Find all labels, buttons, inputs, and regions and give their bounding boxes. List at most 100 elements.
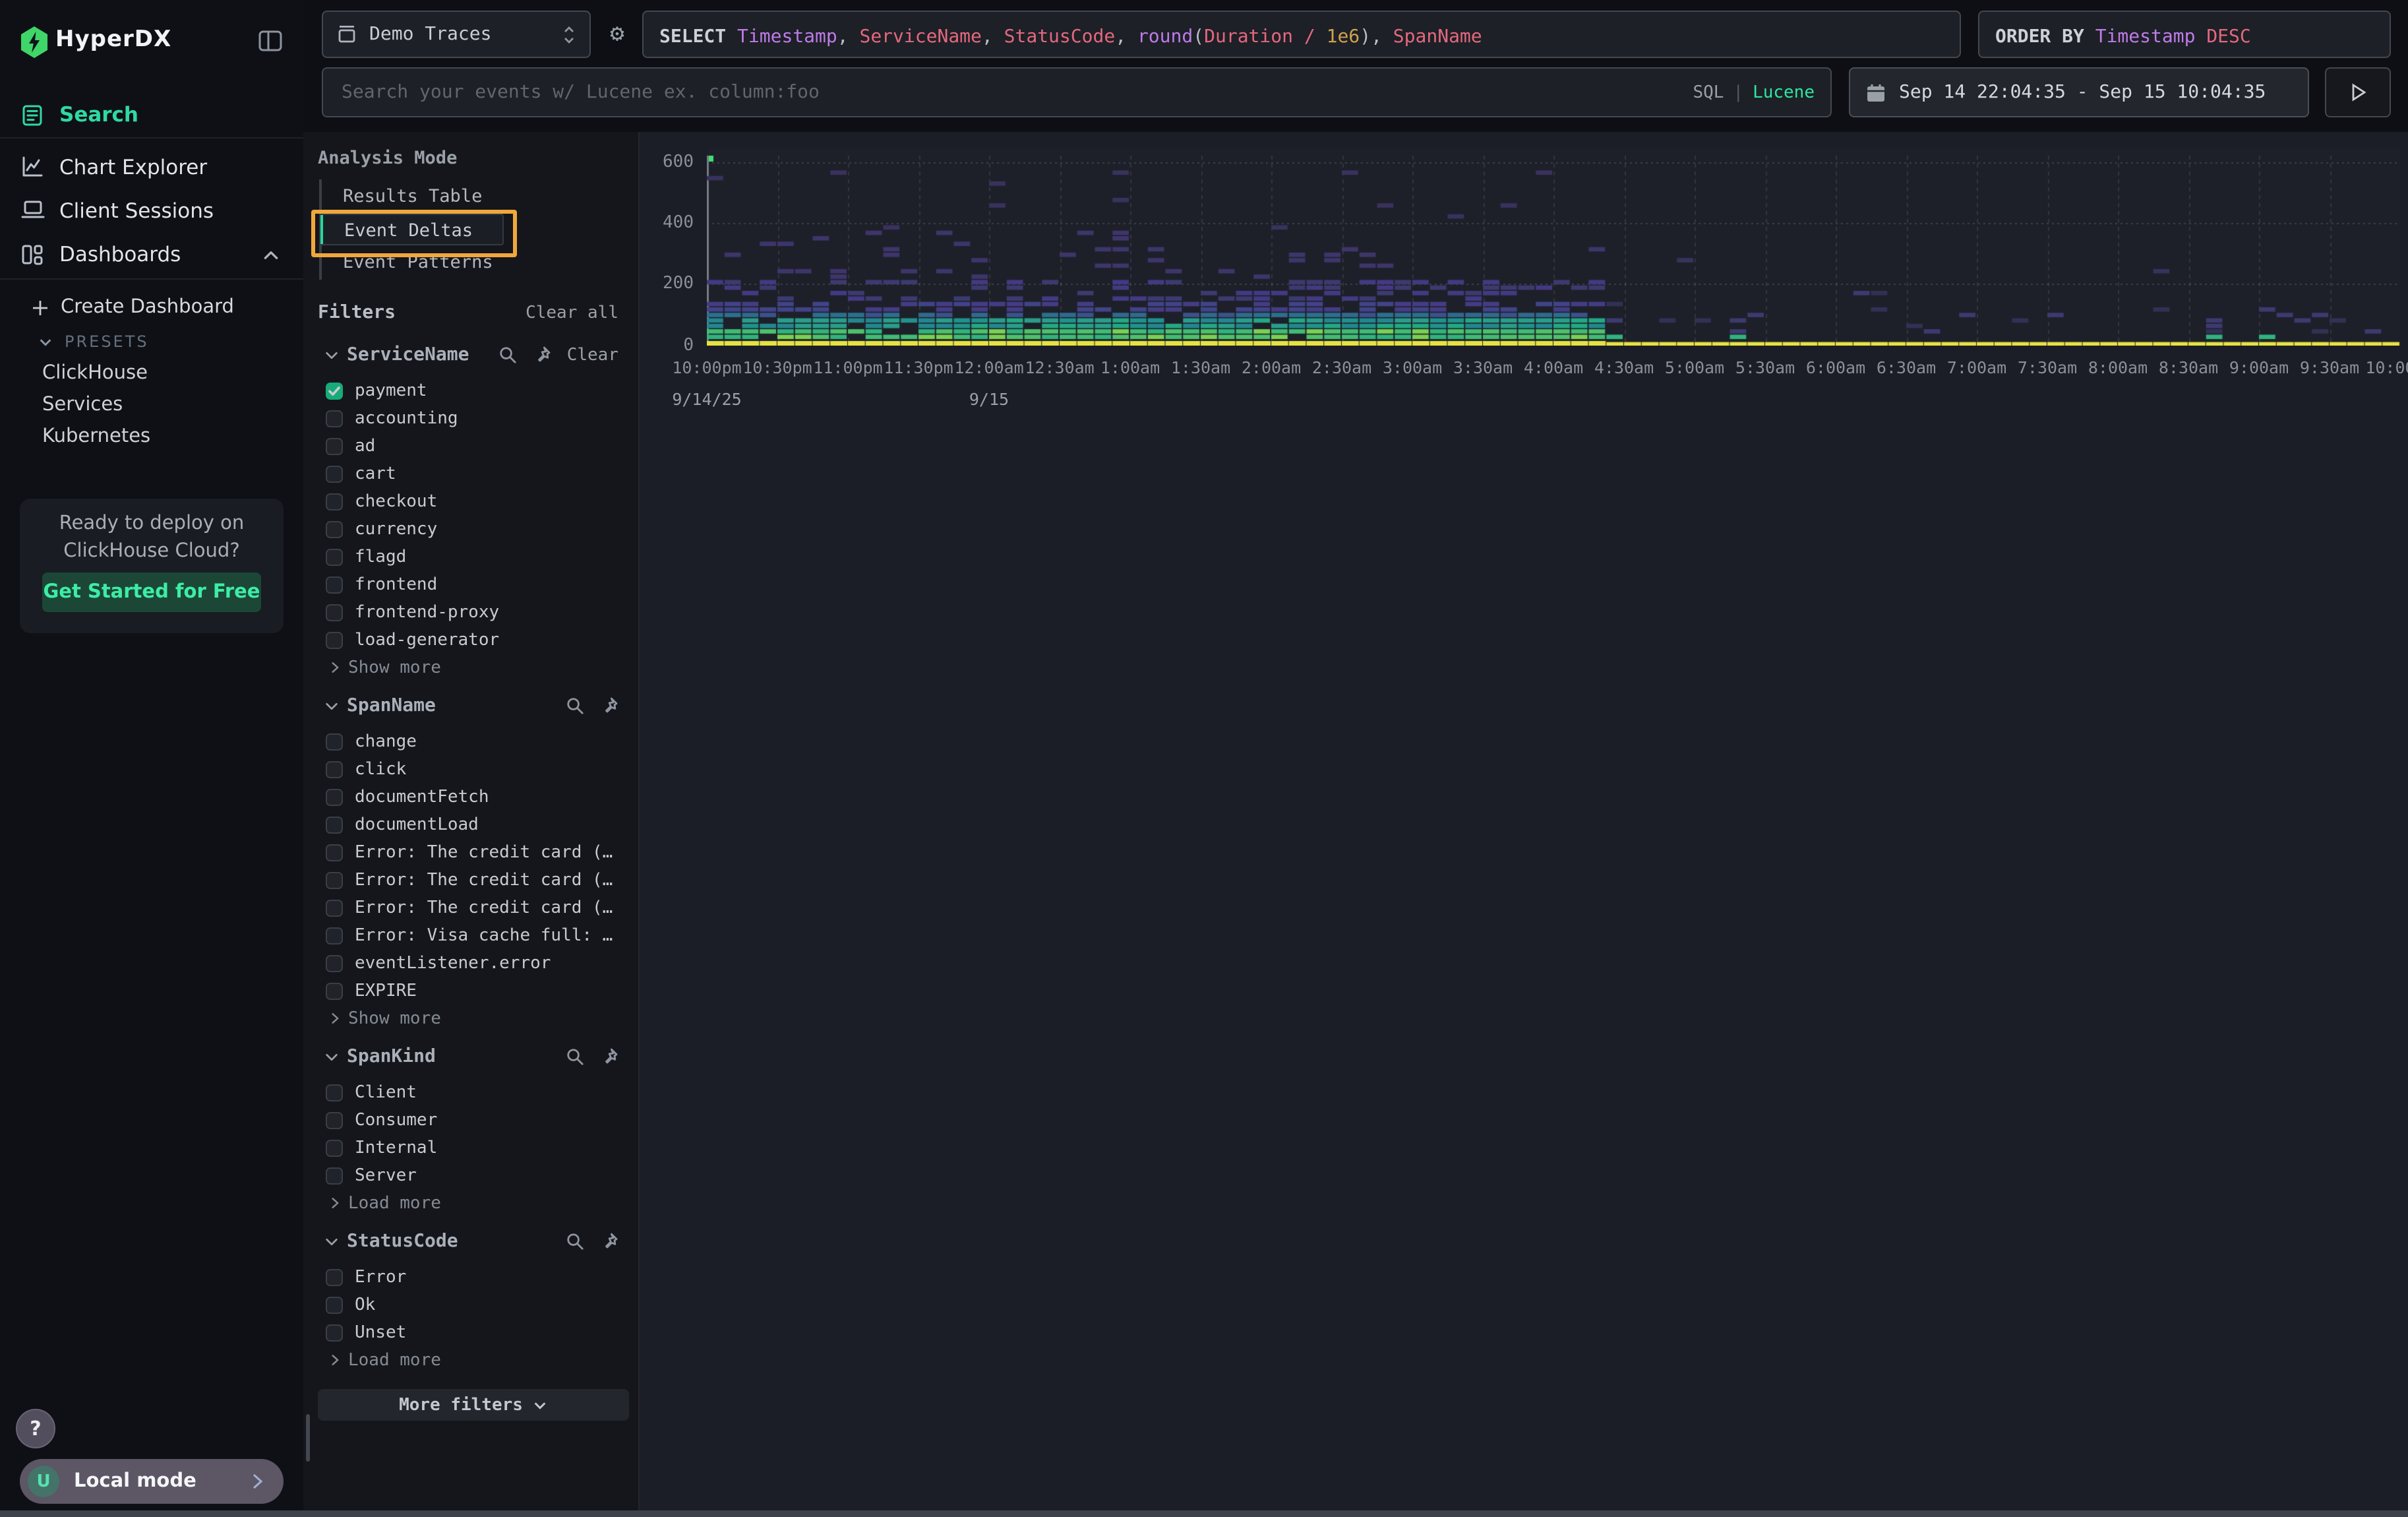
create-dashboard-button[interactable]: Create Dashboard <box>0 293 335 322</box>
search-icon[interactable] <box>566 1232 584 1251</box>
filter-option-documentfetch[interactable]: documentFetch <box>303 784 638 811</box>
gear-icon[interactable]: ⚙ <box>604 21 630 47</box>
filter-option-documentload[interactable]: documentLoad <box>303 811 638 839</box>
chevron-down-icon[interactable] <box>324 698 339 713</box>
mode-sql-toggle[interactable]: SQL <box>1693 82 1724 102</box>
filter-option-change[interactable]: change <box>303 728 638 756</box>
filter-option-unset[interactable]: Unset <box>303 1319 638 1347</box>
filter-option-internal[interactable]: Internal <box>303 1134 638 1162</box>
pin-icon[interactable] <box>600 697 618 715</box>
filter-option-click[interactable]: click <box>303 756 638 784</box>
presets-toggle[interactable]: PRESETS <box>0 327 342 356</box>
checkbox-unchecked[interactable] <box>326 872 343 889</box>
clear-all-button[interactable]: Clear all <box>526 303 618 323</box>
search-icon[interactable] <box>566 697 584 715</box>
checkbox-unchecked[interactable] <box>326 1084 343 1101</box>
facet-name[interactable]: SpanName <box>347 695 436 716</box>
preset-item-kubernetes[interactable]: Kubernetes <box>0 422 346 451</box>
checkbox-unchecked[interactable] <box>326 1140 343 1157</box>
help-button[interactable]: ? <box>16 1409 55 1448</box>
horizontal-scrollbar[interactable] <box>0 1510 2408 1517</box>
panel-scrollbar[interactable] <box>306 1414 310 1462</box>
chevron-down-icon[interactable] <box>324 1234 339 1249</box>
filter-option-error-the-credit-card-[interactable]: Error: The credit card (… <box>303 867 638 894</box>
filter-option-eventlistener-error[interactable]: eventListener.error <box>303 950 638 977</box>
duration-heatmap-chart[interactable] <box>707 148 2400 346</box>
filter-option-frontend-proxy[interactable]: frontend-proxy <box>303 599 638 627</box>
sidebar-item-search[interactable]: Search <box>0 94 303 136</box>
checkbox-unchecked[interactable] <box>326 817 343 834</box>
checkbox-unchecked[interactable] <box>326 789 343 806</box>
filter-option-ad[interactable]: ad <box>303 433 638 460</box>
filter-option-consumer[interactable]: Consumer <box>303 1107 638 1134</box>
show-more-button[interactable]: Show more <box>303 654 638 681</box>
facet-name[interactable]: SpanKind <box>347 1046 436 1067</box>
checkbox-unchecked[interactable] <box>326 927 343 944</box>
chevron-down-icon[interactable] <box>324 348 339 362</box>
search-input[interactable] <box>339 80 1693 104</box>
filter-option-error[interactable]: Error <box>303 1264 638 1291</box>
filter-option-payment[interactable]: payment <box>303 377 638 405</box>
chevron-down-icon[interactable] <box>324 1049 339 1064</box>
order-by-editor[interactable]: ORDER BY Timestamp DESC <box>1978 11 2391 58</box>
pin-icon[interactable] <box>533 346 551 364</box>
checkbox-checked[interactable] <box>326 383 343 400</box>
checkbox-unchecked[interactable] <box>326 549 343 566</box>
search-icon[interactable] <box>566 1047 584 1066</box>
filter-option-error-visa-cache-full-[interactable]: Error: Visa cache full: … <box>303 922 638 950</box>
filter-option-error-the-credit-card-[interactable]: Error: The credit card (… <box>303 839 638 867</box>
filter-option-frontend[interactable]: frontend <box>303 571 638 599</box>
checkbox-unchecked[interactable] <box>326 1324 343 1342</box>
checkbox-unchecked[interactable] <box>326 1297 343 1314</box>
pin-icon[interactable] <box>600 1232 618 1251</box>
facet-clear-button[interactable]: Clear <box>567 345 618 365</box>
checkbox-unchecked[interactable] <box>326 632 343 649</box>
filter-option-checkout[interactable]: checkout <box>303 488 638 516</box>
facet-name[interactable]: ServiceName <box>347 344 469 365</box>
checkbox-unchecked[interactable] <box>326 410 343 427</box>
checkbox-unchecked[interactable] <box>326 1269 343 1286</box>
checkbox-unchecked[interactable] <box>326 521 343 538</box>
filter-option-flagd[interactable]: flagd <box>303 543 638 571</box>
mode-lucene-toggle[interactable]: Lucene <box>1753 82 1815 102</box>
search-icon[interactable] <box>498 346 517 364</box>
show-more-button[interactable]: Show more <box>303 1005 638 1032</box>
sidebar-item-chart-explorer[interactable]: Chart Explorer <box>0 146 303 188</box>
filter-option-client[interactable]: Client <box>303 1079 638 1107</box>
checkbox-unchecked[interactable] <box>326 955 343 972</box>
checkbox-unchecked[interactable] <box>326 493 343 511</box>
checkbox-unchecked[interactable] <box>326 438 343 455</box>
run-query-button[interactable] <box>2325 67 2391 117</box>
load-more-button[interactable]: Load more <box>303 1190 638 1216</box>
analysis-mode-option-event-patterns[interactable]: Event Patterns <box>319 248 504 277</box>
filter-option-server[interactable]: Server <box>303 1162 638 1190</box>
load-more-button[interactable]: Load more <box>303 1347 638 1373</box>
source-select[interactable]: Demo Traces <box>322 11 591 58</box>
filter-option-currency[interactable]: currency <box>303 516 638 543</box>
sidebar-item-dashboards[interactable]: Dashboards <box>0 233 303 276</box>
checkbox-unchecked[interactable] <box>326 900 343 917</box>
checkbox-unchecked[interactable] <box>326 1167 343 1185</box>
chevron-up-icon[interactable] <box>262 246 280 263</box>
sql-select-editor[interactable]: SELECT Timestamp, ServiceName, StatusCod… <box>642 11 1961 58</box>
preset-item-services[interactable]: Services <box>0 390 346 419</box>
checkbox-unchecked[interactable] <box>326 844 343 861</box>
checkbox-unchecked[interactable] <box>326 733 343 751</box>
user-menu[interactable]: U Local mode <box>20 1459 284 1504</box>
checkbox-unchecked[interactable] <box>326 576 343 594</box>
facet-name[interactable]: StatusCode <box>347 1231 458 1252</box>
collapse-sidebar-icon[interactable] <box>256 26 285 55</box>
analysis-mode-option-results-table[interactable]: Results Table <box>319 182 504 211</box>
checkbox-unchecked[interactable] <box>326 1112 343 1129</box>
checkbox-unchecked[interactable] <box>326 466 343 483</box>
sidebar-item-client-sessions[interactable]: Client Sessions <box>0 189 303 232</box>
checkbox-unchecked[interactable] <box>326 983 343 1000</box>
filter-option-accounting[interactable]: accounting <box>303 405 638 433</box>
filter-option-expire[interactable]: EXPIRE <box>303 977 638 1005</box>
date-range-picker[interactable]: Sep 14 22:04:35 - Sep 15 10:04:35 <box>1849 67 2309 117</box>
filter-option-cart[interactable]: cart <box>303 460 638 488</box>
checkbox-unchecked[interactable] <box>326 604 343 621</box>
preset-item-clickhouse[interactable]: ClickHouse <box>0 359 346 388</box>
checkbox-unchecked[interactable] <box>326 761 343 778</box>
filter-option-error-the-credit-card-[interactable]: Error: The credit card (… <box>303 894 638 922</box>
